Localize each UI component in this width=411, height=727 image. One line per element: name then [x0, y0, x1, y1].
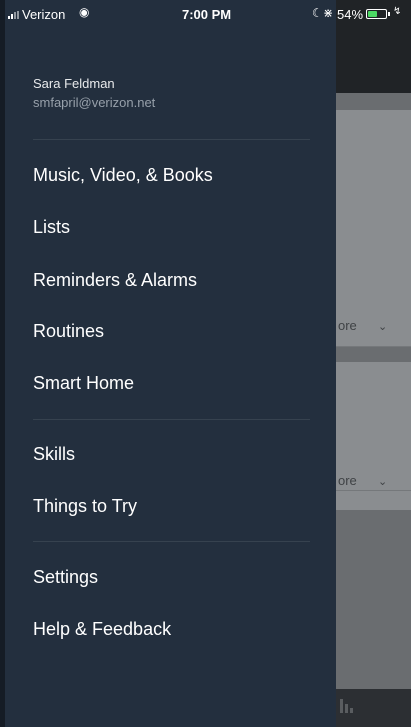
moon-icon: ☾ [312, 6, 323, 20]
menu-item-help-feedback[interactable]: Help & Feedback [33, 619, 171, 640]
menu-item-smart-home[interactable]: Smart Home [33, 373, 134, 394]
clock: 7:00 PM [182, 7, 232, 22]
battery-percent: 54% [337, 7, 364, 22]
battery-cap [388, 12, 390, 16]
battery-fill [368, 11, 377, 17]
menu-item-skills[interactable]: Skills [33, 444, 75, 465]
divider [33, 139, 310, 140]
profile-email: smfapril@verizon.net [33, 95, 156, 110]
screen: ore ⌄ ore ⌄ Verizon ◉ 7:00 PM ☾ ⋇ 54% ↯ … [0, 0, 411, 727]
profile-name[interactable]: Sara Feldman [33, 76, 115, 91]
activity-icon [340, 699, 358, 713]
menu-item-reminders-alarms[interactable]: Reminders & Alarms [33, 270, 197, 291]
chevron-down-icon: ⌄ [378, 476, 388, 488]
charging-icon: ↯ [393, 6, 402, 17]
bluetooth-icon: ⋇ [323, 6, 334, 20]
background-more-label: ore [338, 318, 357, 333]
divider [33, 541, 310, 542]
menu-item-routines[interactable]: Routines [33, 321, 104, 342]
wifi-icon: ◉ [79, 5, 90, 19]
menu-item-settings[interactable]: Settings [33, 567, 98, 588]
menu-item-things-to-try[interactable]: Things to Try [33, 496, 137, 517]
battery-icon [366, 9, 387, 19]
chevron-down-icon: ⌄ [378, 321, 388, 333]
divider [33, 419, 310, 420]
menu-item-lists[interactable]: Lists [33, 217, 70, 238]
drawer-edge [0, 0, 5, 727]
status-bar: Verizon ◉ 7:00 PM ☾ ⋇ 54% ↯ [0, 0, 411, 30]
menu-item-music-video-books[interactable]: Music, Video, & Books [33, 165, 213, 186]
background-more-label: ore [338, 473, 357, 488]
carrier-label: Verizon [22, 7, 66, 22]
navigation-drawer: Sara Feldman smfapril@verizon.net Music,… [0, 0, 336, 727]
